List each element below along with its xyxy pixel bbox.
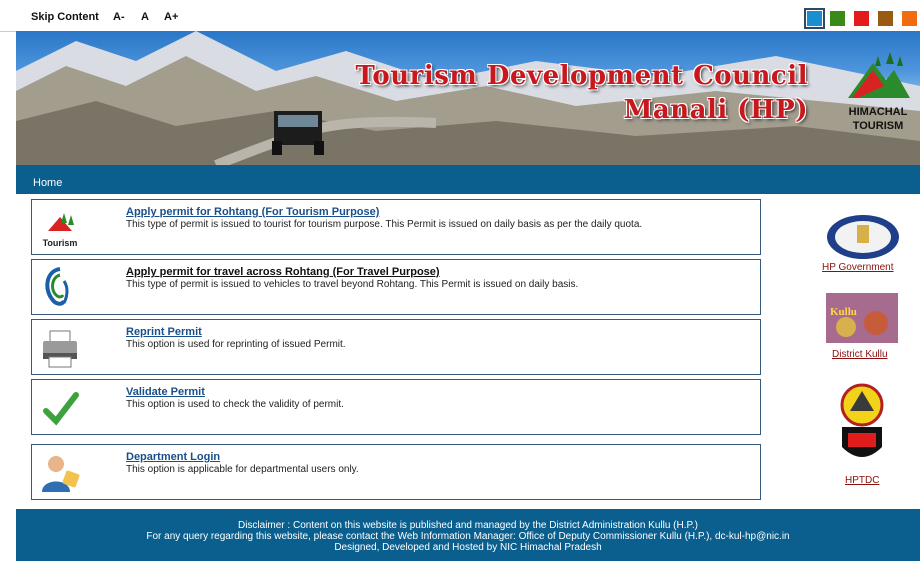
service-description: This type of permit is issued to tourist… — [126, 219, 643, 230]
service-title[interactable]: Reprint Permit — [126, 326, 202, 338]
theme-swatch-orange[interactable] — [902, 11, 917, 26]
service-description: This option is applicable for department… — [126, 464, 359, 475]
tourism-icon-label: Tourism — [43, 238, 78, 248]
kullu-tile-text: Kullu — [830, 306, 857, 318]
logo-text-line1: HIMACHAL — [848, 106, 908, 118]
nav-home-link[interactable]: Home — [33, 177, 62, 189]
service-card-validate-permit[interactable]: Validate Permit This option is used to c… — [31, 379, 761, 435]
service-description: This type of permit is issued to vehicle… — [126, 279, 579, 290]
road-logo-icon — [38, 265, 82, 309]
font-normal-button[interactable]: A — [141, 11, 149, 23]
service-description: This option is used to check the validit… — [126, 399, 344, 410]
footer-disclaimer: Disclaimer : Content on this website is … — [237, 520, 699, 531]
district-kullu-link[interactable]: District Kullu — [832, 349, 888, 360]
tourism-icon: Tourism — [38, 205, 82, 249]
service-title[interactable]: Apply permit for travel across Rohtang (… — [126, 266, 440, 278]
service-description: This option is used for reprinting of is… — [126, 339, 346, 350]
service-card-tourism-permit[interactable]: Tourism Apply permit for Rohtang (For To… — [31, 199, 761, 255]
font-decrease-button[interactable]: A- — [113, 11, 125, 23]
himachal-tourism-logo[interactable]: HIMACHAL TOURISM — [838, 48, 918, 148]
service-card-reprint-permit[interactable]: Reprint Permit This option is used for r… — [31, 319, 761, 375]
district-kullu-image[interactable]: Kullu — [826, 293, 898, 343]
theme-swatch-red[interactable] — [854, 11, 869, 26]
hp-government-link[interactable]: HP Government — [822, 262, 894, 273]
skip-content-link[interactable]: Skip Content — [31, 11, 99, 23]
theme-swatch-green[interactable] — [830, 11, 845, 26]
printer-icon — [38, 325, 82, 369]
footer-contact: For any query regarding this website, pl… — [146, 531, 790, 542]
service-title[interactable]: Validate Permit — [126, 386, 205, 398]
font-increase-button[interactable]: A+ — [164, 11, 178, 23]
theme-swatch-blue[interactable] — [804, 8, 825, 29]
checkmark-icon — [38, 385, 82, 429]
hptdc-link[interactable]: HPTDC — [845, 475, 879, 486]
site-title-line2: Manali (HP) — [623, 95, 808, 125]
footer-credits: Designed, Developed and Hosted by NIC Hi… — [334, 542, 602, 553]
footer: Disclaimer : Content on this website is … — [16, 509, 920, 561]
service-title[interactable]: Apply permit for Rohtang (For Tourism Pu… — [126, 206, 379, 218]
hptdc-emblem[interactable] — [836, 381, 888, 469]
theme-swatch-brown[interactable] — [878, 11, 893, 26]
hp-government-emblem[interactable] — [823, 207, 903, 261]
service-title[interactable]: Department Login — [126, 451, 220, 463]
header-banner: Tourism Development Council Manali (HP) … — [16, 31, 920, 165]
service-card-department-login[interactable]: Department Login This option is applicab… — [31, 444, 761, 500]
logo-text-line2: TOURISM — [852, 120, 904, 132]
site-title-line1: Tourism Development Council — [355, 61, 808, 91]
main-nav: Home — [16, 165, 920, 194]
user-login-icon — [38, 450, 82, 494]
accessibility-bar: Skip Content A- A A+ — [0, 0, 920, 32]
service-card-travel-permit[interactable]: Apply permit for travel across Rohtang (… — [31, 259, 761, 315]
